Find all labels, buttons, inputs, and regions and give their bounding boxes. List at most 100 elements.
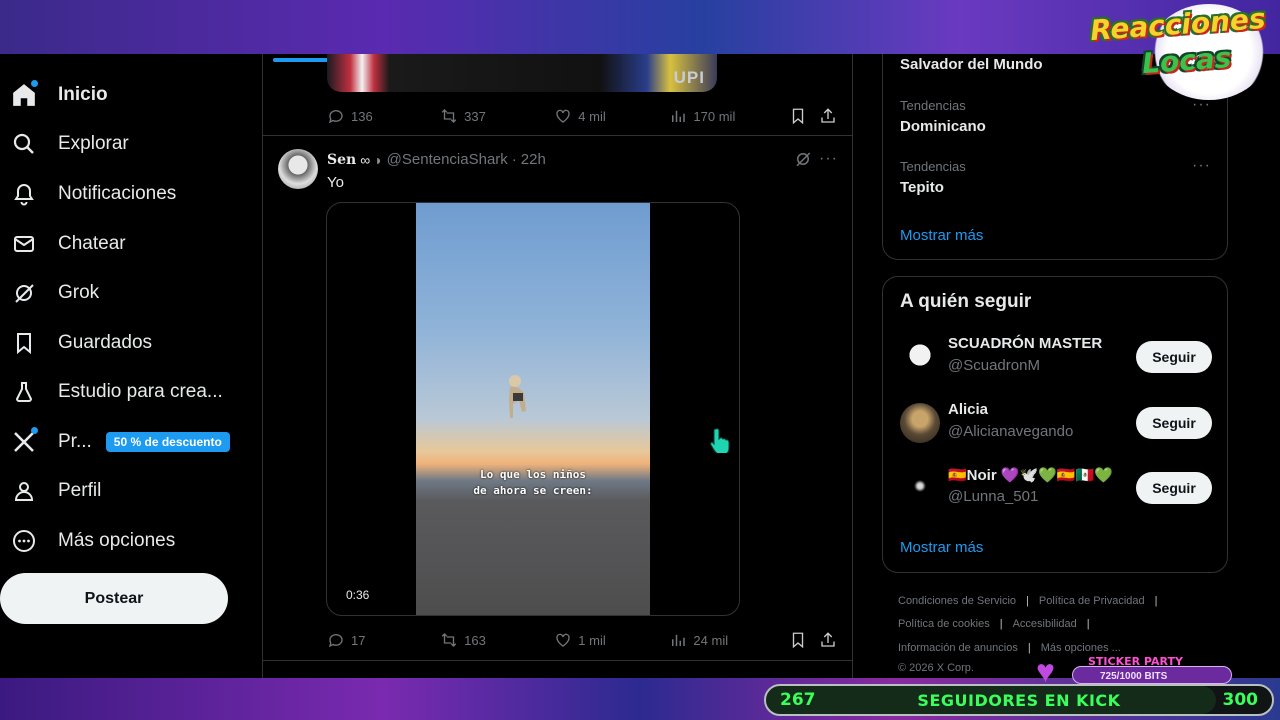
footer-separator: |: [1154, 595, 1158, 607]
follow-handle: @Lunna_501: [948, 488, 1039, 505]
share-button[interactable]: [819, 107, 837, 125]
reply-count: 17: [351, 632, 366, 648]
sidebar-item-guardados[interactable]: Guardados: [8, 321, 152, 365]
notification-dot: [31, 80, 38, 87]
heart-icon: [556, 109, 570, 123]
footer-link[interactable]: Información de anuncios: [898, 642, 1018, 654]
trend-more-icon[interactable]: ···: [1192, 157, 1211, 175]
footer-link[interactable]: Condiciones de Servicio: [898, 595, 1016, 607]
home-icon: [10, 80, 38, 109]
video-caption: Lo que los niños de ahora se creen:: [416, 467, 650, 499]
sidebar: Inicio Explorar Notificaciones Chatear G…: [0, 54, 262, 678]
footer-link[interactable]: Política de Privacidad: [1039, 595, 1145, 607]
trend-title[interactable]: Tepito: [900, 179, 944, 196]
like-button[interactable]: 1 mil: [554, 631, 669, 649]
bell-icon: [10, 180, 38, 208]
video-person: [509, 375, 526, 418]
video-frame: Lo que los niños de ahora se creen:: [416, 203, 730, 615]
follow-handle: @Alicianavegando: [948, 423, 1074, 440]
copyright: © 2026 X Corp.: [898, 662, 974, 674]
trends-show-more-link[interactable]: Mostrar más: [900, 227, 983, 244]
grok-explain-icon[interactable]: [794, 150, 812, 173]
separator-dot: ·: [511, 151, 517, 168]
mail-icon: [10, 230, 38, 258]
sidebar-item-explorar[interactable]: Explorar: [8, 122, 129, 166]
follow-name: SCUADRÓN MASTER: [948, 335, 1103, 352]
sidebar-item-mas-opciones[interactable]: Más opciones: [8, 519, 175, 563]
sidebar-item-label: Pr...: [58, 431, 92, 452]
like-button[interactable]: 4 mil: [554, 107, 669, 125]
share-icon: [821, 632, 835, 647]
who-to-follow-show-more-link[interactable]: Mostrar más: [900, 539, 983, 556]
follow-button[interactable]: Seguir: [1136, 472, 1212, 504]
sidebar-item-label: Más opciones: [58, 530, 176, 551]
tweet-more-icon[interactable]: ···: [819, 150, 838, 168]
tweet-author-handle[interactable]: @SentenciaShark: [387, 151, 508, 168]
tweet-divider: [263, 660, 853, 661]
sticker-party-widget: ♥ STICKER PARTY 725/1000 BITS: [1036, 655, 1232, 687]
sidebar-item-inicio[interactable]: Inicio: [8, 73, 108, 117]
follow-suggestion[interactable]: Alicia @Alicianavegando Seguir: [900, 399, 1212, 447]
bookmark-button[interactable]: [789, 107, 819, 125]
more-circle-icon: [10, 527, 38, 555]
follow-button[interactable]: Seguir: [1136, 407, 1212, 439]
follow-avatar: [900, 337, 940, 377]
tweet-header: Sen ∞ ◗ @SentenciaShark · 22h: [327, 151, 546, 168]
reply-button[interactable]: 136: [327, 107, 440, 125]
bookmark-button[interactable]: [789, 631, 819, 649]
bookmark-icon: [10, 329, 38, 357]
footer-link[interactable]: Política de cookies: [898, 618, 990, 630]
sidebar-item-label: Perfil: [58, 480, 102, 501]
reply-icon: [328, 634, 343, 648]
share-button[interactable]: [819, 631, 837, 649]
trend-category: Tendencias: [900, 98, 966, 113]
views-button[interactable]: 24 mil: [669, 631, 789, 649]
notification-dot: [31, 427, 38, 434]
dna-emoji-icon: ∞: [360, 151, 371, 168]
retweet-button[interactable]: 163: [440, 631, 554, 649]
sidebar-item-label: Explorar: [58, 133, 129, 154]
channel-logo-text: Locas: [1140, 40, 1233, 81]
stream-top-band: [0, 0, 1280, 56]
bookmark-icon: [793, 108, 804, 125]
who-to-follow-title: A quién seguir: [900, 291, 1032, 312]
follow-suggestion[interactable]: 🇪🇸Noir 💜🕊️💚🇪🇸🇲🇽💚 @Lunna_501 Seguir: [900, 464, 1212, 512]
kick-followers-goal-bar: 267 SEGUIDORES EN KICK 300: [764, 684, 1274, 716]
footer-link[interactable]: Accesibilidad: [1013, 618, 1077, 630]
sidebar-item-grok[interactable]: Grok: [8, 271, 99, 315]
sidebar-item-chatear[interactable]: Chatear: [8, 222, 126, 266]
hand-cursor-icon: [710, 428, 730, 453]
tweet-avatar[interactable]: [278, 149, 318, 189]
tweet-time[interactable]: 22h: [521, 151, 546, 168]
post-button[interactable]: Postear: [0, 573, 228, 624]
follow-avatar: [900, 468, 940, 508]
discount-badge: 50 % de descuento: [105, 432, 230, 452]
tweet-author-name[interactable]: Sen: [327, 152, 356, 168]
retweet-icon: [441, 633, 457, 647]
sidebar-item-notificaciones[interactable]: Notificaciones: [8, 172, 176, 216]
loading-progress-bar: [273, 58, 329, 62]
footer-separator: |: [1086, 618, 1090, 630]
footer-links-row: Información de anuncios | Más opciones .…: [898, 642, 1121, 654]
previous-tweet-actions: 136 337 4 mil 170 mil: [327, 104, 837, 128]
like-count: 4 mil: [578, 108, 606, 124]
footer-copyright-row: © 2026 X Corp.: [898, 662, 974, 674]
tweet-video-player[interactable]: Lo que los niños de ahora se creen: 0:36: [326, 202, 740, 616]
sidebar-item-perfil[interactable]: Perfil: [8, 469, 101, 513]
x-app-window: Inicio Explorar Notificaciones Chatear G…: [0, 54, 1280, 678]
kick-goal-label: SEGUIDORES EN KICK: [917, 690, 1121, 710]
follow-suggestion[interactable]: SCUADRÓN MASTER @ScuadronM Seguir: [900, 333, 1212, 381]
previous-tweet-media[interactable]: UPI: [327, 54, 717, 92]
sidebar-item-premium[interactable]: Pr... 50 % de descuento: [8, 420, 230, 464]
flask-icon: [10, 378, 38, 406]
trend-title[interactable]: Salvador del Mundo: [900, 56, 1043, 73]
retweet-count: 163: [464, 632, 486, 648]
trend-title[interactable]: Dominicano: [900, 118, 986, 135]
views-button[interactable]: 170 mil: [669, 107, 789, 125]
retweet-button[interactable]: 337: [440, 107, 554, 125]
follow-name: Alicia: [948, 401, 989, 418]
reply-button[interactable]: 17: [327, 631, 440, 649]
sidebar-item-estudio[interactable]: Estudio para crea...: [8, 370, 223, 414]
follow-button[interactable]: Seguir: [1136, 341, 1212, 373]
timeline-feed: UPI 136 337 4 mil 170 mil Sen ∞ ◗ @Sente…: [262, 54, 853, 678]
